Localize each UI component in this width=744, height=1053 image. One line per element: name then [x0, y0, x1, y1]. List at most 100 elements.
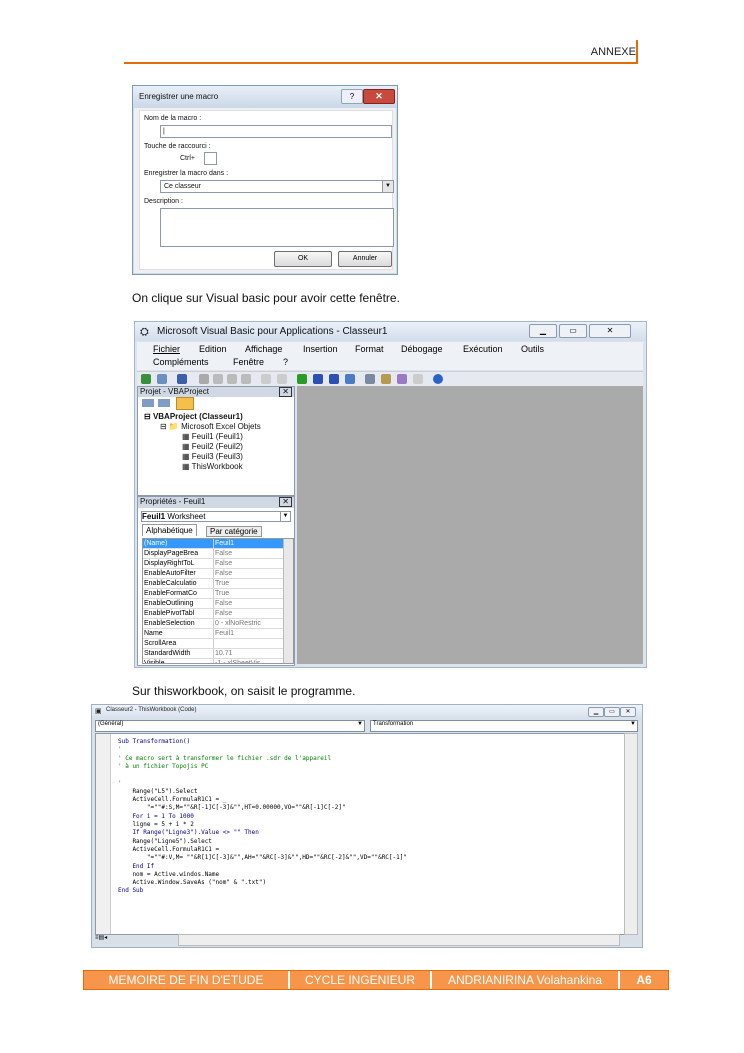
code-line: For i = 1 To 1000 [118, 812, 194, 820]
code-line: Sub Transformation() [118, 738, 191, 745]
properties-object-select[interactable]: Feuil1 Worksheet ▼ [141, 511, 291, 522]
workspace-area [297, 386, 643, 664]
menu-format[interactable]: Format [355, 344, 384, 354]
run-icon[interactable] [297, 374, 307, 384]
excel-view-icon[interactable] [141, 374, 151, 384]
tree-feuil1[interactable]: ▦ Feuil1 (Feuil1) [182, 432, 243, 441]
tree-feuil3[interactable]: ▦ Feuil3 (Feuil3) [182, 452, 243, 461]
close-button[interactable]: ✕ [363, 89, 395, 104]
chevron-down-icon: ▼ [357, 721, 363, 727]
tree-feuil3-label: Feuil3 (Feuil3) [191, 452, 243, 461]
toggle-folders-icon[interactable] [176, 397, 194, 410]
save-icon[interactable] [177, 374, 187, 384]
object-browser-icon[interactable] [397, 374, 407, 384]
properties-scrollbar[interactable] [283, 539, 293, 663]
properties-pane-title: Propriétés - Feuil1 [140, 497, 206, 506]
property-value: 10.71 [213, 648, 283, 659]
property-name: DisplayRightToL [143, 558, 214, 569]
vba-titlebar: ⛭ Microsoft Visual Basic pour Applicatio… [135, 322, 646, 341]
property-row[interactable]: EnableAutoFilter False [143, 568, 283, 579]
property-row[interactable]: ScrollArea [143, 638, 283, 649]
vertical-scrollbar[interactable] [624, 733, 638, 935]
code-minimize-button[interactable]: ▁ [588, 707, 604, 717]
maximize-button[interactable]: ▭ [559, 324, 587, 338]
property-row[interactable]: StandardWidth 10.71 [143, 648, 283, 659]
copy-icon[interactable] [213, 374, 223, 384]
insert-userform-icon[interactable] [157, 374, 167, 384]
properties-pane: Propriétés - Feuil1 ✕ Feuil1 Worksheet ▼… [137, 496, 295, 666]
property-row[interactable]: Name Feuil1 [143, 628, 283, 639]
cancel-button[interactable]: Annuler [338, 251, 392, 267]
redo-icon[interactable] [277, 374, 287, 384]
reset-icon[interactable] [329, 374, 339, 384]
menu-execution[interactable]: Exécution [463, 344, 503, 354]
design-mode-icon[interactable] [345, 374, 355, 384]
cut-icon[interactable] [199, 374, 209, 384]
property-value: True [213, 578, 283, 589]
property-row[interactable]: (Name) Feuil1 [143, 539, 283, 549]
minimize-button[interactable]: ▁ [529, 324, 557, 338]
break-icon[interactable] [313, 374, 323, 384]
menu-complements[interactable]: Compléments [153, 357, 209, 367]
paste-icon[interactable] [227, 374, 237, 384]
code-line: Range("Ligne5").Select [118, 837, 212, 845]
property-row[interactable]: EnableSelection 0 - xlNoRestric [143, 618, 283, 629]
menu-help[interactable]: ? [283, 357, 288, 367]
properties-window-icon[interactable] [381, 374, 391, 384]
code-window-icon: ▣ [95, 708, 102, 715]
store-in-select[interactable]: Ce classeur ▼ [160, 180, 394, 193]
macro-name-input[interactable]: | [160, 125, 392, 138]
menu-outils[interactable]: Outils [521, 344, 544, 354]
tab-alphabetique[interactable]: Alphabétique [142, 524, 197, 536]
project-pane-title: Projet - VBAProject [140, 387, 209, 396]
menu-affichage[interactable]: Affichage [245, 344, 282, 354]
project-explorer-icon[interactable] [365, 374, 375, 384]
tree-feuil2[interactable]: ▦ Feuil2 (Feuil2) [182, 442, 243, 451]
menu-insertion[interactable]: Insertion [303, 344, 338, 354]
property-row[interactable]: EnablePivotTabl False [143, 608, 283, 619]
menu-fenetre[interactable]: Fenêtre [233, 357, 264, 367]
window-close-button[interactable]: ✕ [589, 324, 631, 338]
close-icon[interactable]: ✕ [279, 497, 292, 507]
help-icon[interactable] [433, 374, 443, 384]
view-object-icon[interactable] [158, 399, 170, 407]
property-value: -1 - xlSheetVis [213, 658, 283, 663]
property-row[interactable]: EnableCalculatio True [143, 578, 283, 589]
footer-cycle: CYCLE INGENIEUR [290, 971, 431, 989]
tree-vbaproject-label: VBAProject (Classeur1) [152, 412, 243, 421]
close-icon[interactable]: ✕ [279, 387, 292, 397]
tab-par-categorie[interactable]: Par catégorie [206, 526, 262, 537]
shortcut-key-input[interactable] [204, 152, 217, 165]
procedure-combo[interactable]: Transformation ▼ [370, 720, 638, 732]
code-close-button[interactable]: ✕ [620, 707, 636, 717]
code-line: ligne = 5 + i * 2 [118, 821, 194, 828]
menu-fichier[interactable]: Fichier [153, 344, 180, 354]
code-editor[interactable]: Sub Transformation() ' ' Ce macro sert à t… [95, 733, 625, 935]
property-row[interactable]: DisplayRightToL False [143, 558, 283, 569]
undo-icon[interactable] [261, 374, 271, 384]
property-row[interactable]: Visible -1 - xlSheetVis [143, 658, 283, 663]
property-row[interactable]: EnableFormatCo True [143, 588, 283, 599]
property-row[interactable]: EnableOutlining False [143, 598, 283, 609]
code-line: Active.Window.SaveAs ("nom" & ".txt") [118, 879, 267, 887]
object-combo[interactable]: (Général) ▼ [95, 720, 365, 732]
help-button[interactable]: ? [341, 89, 363, 104]
object-type: Worksheet [167, 512, 206, 521]
property-row[interactable]: DisplayPageBrea False [143, 548, 283, 559]
tree-vbaproject[interactable]: ⊟ VBAProject (Classeur1) [144, 412, 243, 421]
ok-button[interactable]: OK [274, 251, 332, 267]
view-code-icon[interactable] [142, 399, 154, 407]
tree-thisworkbook[interactable]: ▦ ThisWorkbook [182, 462, 243, 471]
code-maximize-button[interactable]: ▭ [604, 707, 620, 717]
tree-excel-objects[interactable]: ⊟ 📁 Microsoft Excel Objets [160, 422, 261, 431]
menu-edition[interactable]: Edition [199, 344, 227, 354]
description-textarea[interactable] [160, 208, 394, 247]
horizontal-scrollbar[interactable] [178, 934, 620, 946]
toolbox-icon[interactable] [413, 374, 423, 384]
tree-feuil1-label: Feuil1 (Feuil1) [191, 432, 243, 441]
menu-debogage[interactable]: Débogage [401, 344, 443, 354]
view-toggle-icons[interactable]: ≡▤◂ [95, 934, 115, 944]
find-icon[interactable] [241, 374, 251, 384]
code-line: "=""#:S,M=""&R[-1]C[-3]&"",HT=0.00000,VO… [118, 804, 346, 812]
property-name: EnableCalculatio [143, 578, 214, 589]
